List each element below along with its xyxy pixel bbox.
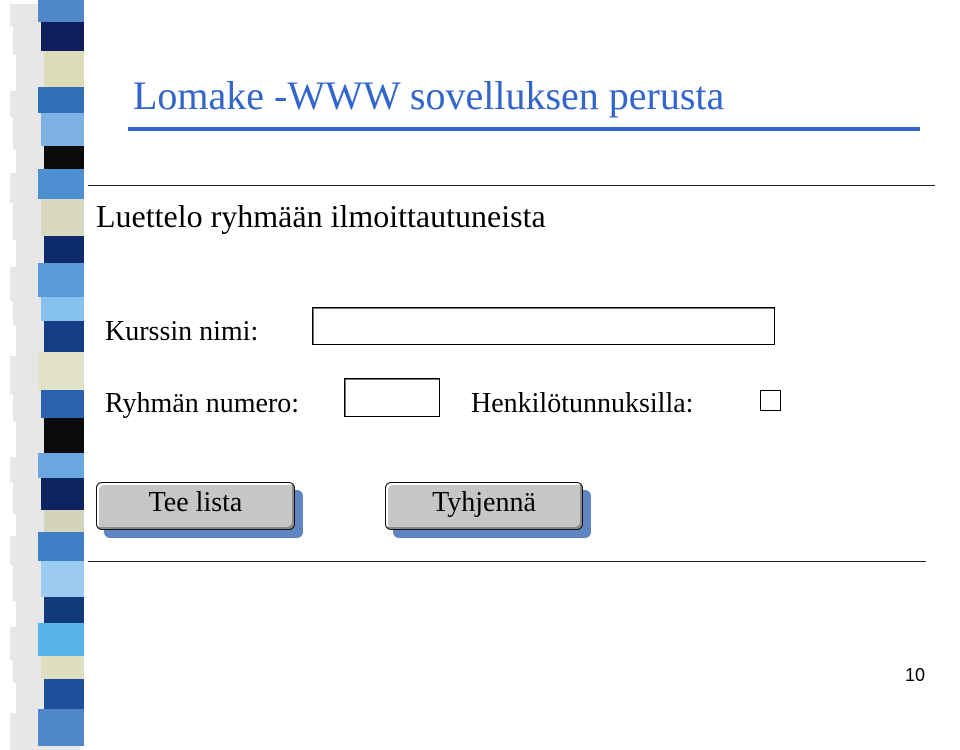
strip-block <box>38 709 84 746</box>
strip-block <box>38 453 84 478</box>
course-name-input[interactable] <box>312 307 775 345</box>
ssn-checkbox-label: Henkilötunnuksilla: <box>471 388 694 419</box>
strip-block <box>38 352 84 390</box>
form-top-divider <box>88 185 935 186</box>
ssn-checkbox[interactable] <box>760 390 781 411</box>
form-heading: Luettelo ryhmään ilmoittautuneista <box>96 198 546 234</box>
strip-block <box>38 623 84 656</box>
strip-block <box>44 236 84 263</box>
strip-block <box>41 478 84 510</box>
strip-block <box>44 510 84 532</box>
group-number-input[interactable] <box>344 378 440 417</box>
strip-block <box>41 22 84 51</box>
form-bottom-divider <box>88 561 926 562</box>
strip-block <box>44 146 84 169</box>
page-number: 10 <box>904 665 925 685</box>
strip-block <box>41 561 84 597</box>
strip-block <box>44 418 84 453</box>
strip-block <box>38 169 84 199</box>
strip-block <box>41 656 84 679</box>
strip-block <box>41 199 84 236</box>
strip-block <box>38 532 84 561</box>
title-underline <box>128 127 920 131</box>
make-list-button[interactable]: Tee lista <box>96 482 295 530</box>
strip-block <box>41 297 84 321</box>
group-number-label: Ryhmän numero: <box>105 388 300 419</box>
strip-block <box>41 390 84 418</box>
clear-button[interactable]: Tyhjennä <box>385 482 583 530</box>
strip-block <box>44 51 84 87</box>
strip-block <box>41 113 84 146</box>
strip-block <box>44 321 84 352</box>
slide-title: Lomake -WWW sovelluksen perusta <box>133 73 725 118</box>
decorative-left-strip <box>0 0 112 750</box>
strip-block <box>38 87 84 113</box>
strip-block <box>38 0 84 22</box>
strip-block <box>44 597 84 623</box>
strip-block <box>44 679 84 709</box>
course-name-label: Kurssin nimi: <box>105 316 259 347</box>
strip-block <box>38 263 84 297</box>
